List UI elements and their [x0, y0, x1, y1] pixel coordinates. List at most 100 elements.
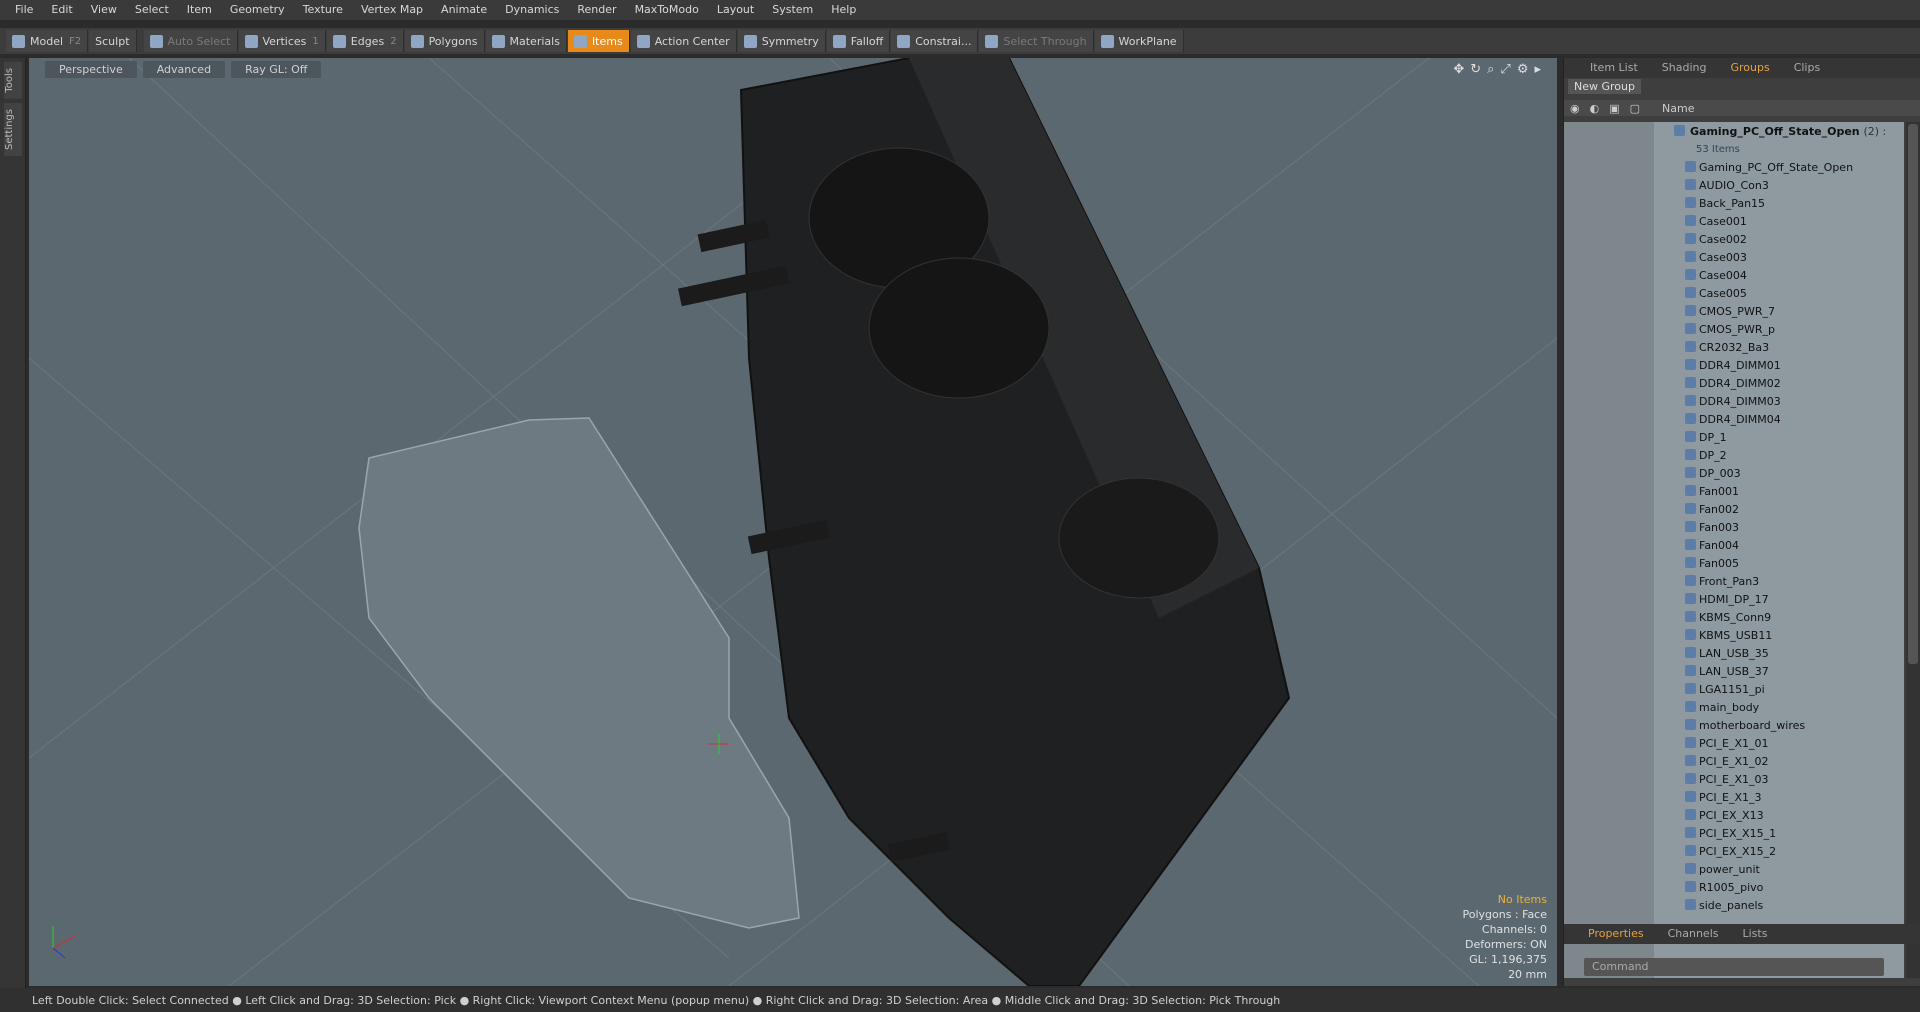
- list-item[interactable]: motherboard_wires: [1564, 716, 1904, 734]
- tab-groups[interactable]: Groups: [1718, 58, 1781, 78]
- menu-file[interactable]: File: [6, 0, 42, 20]
- list-item[interactable]: Fan001: [1564, 482, 1904, 500]
- group-row[interactable]: Gaming_PC_Off_State_Open (2) :: [1564, 122, 1904, 140]
- edges-button[interactable]: Edges 2: [326, 30, 404, 52]
- menu-view[interactable]: View: [82, 0, 126, 20]
- workplane-button[interactable]: WorkPlane: [1094, 30, 1184, 52]
- menu-select[interactable]: Select: [126, 0, 178, 20]
- select-through-button[interactable]: Select Through: [979, 30, 1094, 52]
- list-item[interactable]: PCI_EX_X13: [1564, 806, 1904, 824]
- list-scrollbar[interactable]: [1906, 122, 1920, 978]
- list-item[interactable]: DP_003: [1564, 464, 1904, 482]
- list-item[interactable]: PCI_EX_X15_2: [1564, 842, 1904, 860]
- list-item[interactable]: Case005: [1564, 284, 1904, 302]
- falloff-button[interactable]: Falloff: [826, 30, 891, 52]
- 3d-viewport[interactable]: Perspective Advanced Ray GL: Off ✥ ↻ ⌕ ⤢…: [29, 58, 1557, 986]
- menu-vertex-map[interactable]: Vertex Map: [352, 0, 432, 20]
- menu-item[interactable]: Item: [178, 0, 221, 20]
- list-item[interactable]: Case003: [1564, 248, 1904, 266]
- list-item[interactable]: CR2032_Ba3: [1564, 338, 1904, 356]
- list-item[interactable]: CMOS_PWR_p: [1564, 320, 1904, 338]
- menu-animate[interactable]: Animate: [432, 0, 496, 20]
- symmetry-button[interactable]: Symmetry: [737, 30, 826, 52]
- menu-edit[interactable]: Edit: [42, 0, 81, 20]
- action-center-button[interactable]: Action Center: [630, 30, 737, 52]
- list-item[interactable]: DDR4_DIMM03: [1564, 392, 1904, 410]
- list-item[interactable]: Case002: [1564, 230, 1904, 248]
- settings-tab[interactable]: Settings: [3, 102, 22, 156]
- menu-help[interactable]: Help: [822, 0, 865, 20]
- list-item[interactable]: PCI_E_X1_3: [1564, 788, 1904, 806]
- list-item[interactable]: Back_Pan15: [1564, 194, 1904, 212]
- list-item[interactable]: Case001: [1564, 212, 1904, 230]
- tab-clips[interactable]: Clips: [1782, 58, 1833, 78]
- list-item[interactable]: PCI_E_X1_01: [1564, 734, 1904, 752]
- model-button[interactable]: Model F2: [6, 30, 89, 52]
- items-button[interactable]: Items: [567, 30, 630, 52]
- list-item[interactable]: DDR4_DIMM04: [1564, 410, 1904, 428]
- menu-system[interactable]: System: [763, 0, 822, 20]
- tools-tab[interactable]: Tools: [3, 62, 22, 99]
- menu-layout[interactable]: Layout: [708, 0, 763, 20]
- list-item[interactable]: PCI_E_X1_02: [1564, 752, 1904, 770]
- list-item[interactable]: DDR4_DIMM01: [1564, 356, 1904, 374]
- gear-icon[interactable]: ⚙: [1517, 62, 1529, 77]
- tab-lists[interactable]: Lists: [1731, 924, 1780, 944]
- list-item[interactable]: LAN_USB_37: [1564, 662, 1904, 680]
- mesh-icon: [1685, 413, 1696, 424]
- raygl-toggle[interactable]: Ray GL: Off: [231, 60, 322, 78]
- render-icon[interactable]: ◐: [1590, 102, 1600, 115]
- list-item[interactable]: KBMS_Conn9: [1564, 608, 1904, 626]
- menu-texture[interactable]: Texture: [294, 0, 352, 20]
- list-item[interactable]: main_body: [1564, 698, 1904, 716]
- list-item[interactable]: power_unit: [1564, 860, 1904, 878]
- list-item[interactable]: Fan002: [1564, 500, 1904, 518]
- new-group-button[interactable]: New Group: [1568, 79, 1641, 94]
- list-item[interactable]: side_panels: [1564, 896, 1904, 914]
- tab-channels[interactable]: Channels: [1656, 924, 1731, 944]
- list-item[interactable]: LAN_USB_35: [1564, 644, 1904, 662]
- menu-maxtomodo[interactable]: MaxToModo: [626, 0, 708, 20]
- list-item[interactable]: Gaming_PC_Off_State_Open: [1564, 158, 1904, 176]
- list-item[interactable]: R1005_pivo: [1564, 878, 1904, 896]
- list-item[interactable]: Fan004: [1564, 536, 1904, 554]
- list-item[interactable]: PCI_EX_X15_1: [1564, 824, 1904, 842]
- list-item[interactable]: LGA1151_pi: [1564, 680, 1904, 698]
- sculpt-button[interactable]: Sculpt: [89, 30, 137, 52]
- command-input[interactable]: Command: [1584, 958, 1884, 976]
- tab-item-list[interactable]: Item List: [1578, 58, 1650, 78]
- list-item[interactable]: Front_Pan3: [1564, 572, 1904, 590]
- list-item[interactable]: Fan005: [1564, 554, 1904, 572]
- list-item[interactable]: DP_1: [1564, 428, 1904, 446]
- rotate-icon[interactable]: ↻: [1470, 62, 1481, 77]
- auto-select-button[interactable]: Auto Select: [143, 30, 238, 52]
- list-item[interactable]: AUDIO_Con3: [1564, 176, 1904, 194]
- list-item[interactable]: CMOS_PWR_7: [1564, 302, 1904, 320]
- list-item-label: Front_Pan3: [1699, 574, 1760, 588]
- list-item[interactable]: DDR4_DIMM02: [1564, 374, 1904, 392]
- constraints-button[interactable]: Constrai...: [891, 30, 979, 52]
- list-item[interactable]: Fan003: [1564, 518, 1904, 536]
- zoom-icon[interactable]: ⌕: [1487, 62, 1494, 77]
- list-item[interactable]: PCI_E_X1_03: [1564, 770, 1904, 788]
- eye-icon[interactable]: ◉: [1570, 102, 1580, 115]
- perspective-dropdown[interactable]: Perspective: [45, 60, 137, 78]
- arrow-right-icon[interactable]: ▸: [1534, 62, 1541, 77]
- list-item[interactable]: DP_2: [1564, 446, 1904, 464]
- menu-dynamics[interactable]: Dynamics: [496, 0, 568, 20]
- vertices-button[interactable]: Vertices 1: [238, 30, 326, 52]
- materials-button[interactable]: Materials: [485, 30, 567, 52]
- polygons-button[interactable]: Polygons: [404, 30, 485, 52]
- list-item[interactable]: Case004: [1564, 266, 1904, 284]
- lock-icon[interactable]: ▣: [1609, 102, 1619, 115]
- tab-shading[interactable]: Shading: [1650, 58, 1719, 78]
- pan-icon[interactable]: ✥: [1453, 62, 1464, 77]
- maximize-icon[interactable]: ⤢: [1500, 62, 1510, 77]
- advanced-dropdown[interactable]: Advanced: [142, 60, 226, 78]
- select-icon[interactable]: ▢: [1630, 102, 1640, 115]
- list-item[interactable]: KBMS_USB11: [1564, 626, 1904, 644]
- menu-geometry[interactable]: Geometry: [221, 0, 294, 20]
- menu-render[interactable]: Render: [568, 0, 625, 20]
- tab-properties[interactable]: Properties: [1576, 924, 1656, 944]
- list-item[interactable]: HDMI_DP_17: [1564, 590, 1904, 608]
